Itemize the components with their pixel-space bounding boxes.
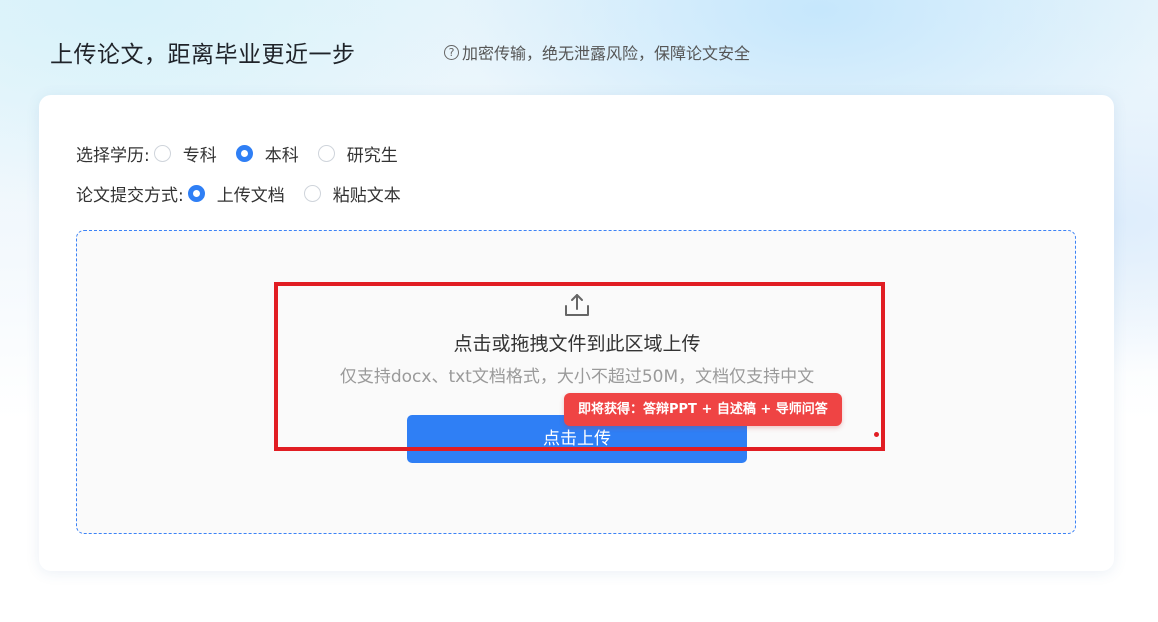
degree-option-junior-college[interactable]: 专科 [153, 141, 217, 166]
degree-option-bachelor[interactable]: 本科 [235, 141, 299, 166]
submit-method-upload-document[interactable]: 上传文档 [187, 181, 285, 206]
upload-format-hint: 仅支持docx、txt文档格式，大小不超过50M，文档仅支持中文 [339, 367, 815, 387]
submit-method-option-label: 上传文档 [216, 186, 285, 206]
radio-checked-icon[interactable] [235, 145, 253, 162]
radio-unchecked-icon[interactable] [317, 145, 335, 162]
security-note: ? 加密传输，绝无泄露风险，保障论文安全 [444, 40, 750, 64]
submit-method-option-label: 粘贴文本 [332, 186, 401, 206]
radio-unchecked-icon[interactable] [153, 145, 171, 162]
security-note-text: 加密传输，绝无泄露风险，保障论文安全 [462, 44, 751, 63]
file-drop-zone[interactable]: 点击或拖拽文件到此区域上传 仅支持docx、txt文档格式，大小不超过50M，文… [76, 230, 1076, 534]
submit-method-paste-text[interactable]: 粘贴文本 [303, 181, 401, 206]
degree-option-label: 专科 [182, 146, 217, 166]
degree-option-label: 本科 [264, 146, 299, 166]
page-header: 上传论文，距离毕业更近一步 [50, 34, 356, 70]
submit-method-label: 论文提交方式: [76, 186, 184, 206]
upload-icon [565, 294, 589, 316]
radio-unchecked-icon[interactable] [303, 185, 321, 202]
question-circle-icon[interactable]: ? [444, 44, 459, 60]
degree-selector: 选择学历: 专科 本科 研究生 [76, 141, 417, 166]
upload-card: 选择学历: 专科 本科 研究生 论文提交方式: 上传文档 粘贴文本 点击或拖拽文… [39, 95, 1114, 571]
annotation-dot [874, 432, 879, 437]
submit-method-selector: 论文提交方式: 上传文档 粘贴文本 [76, 181, 420, 206]
degree-option-label: 研究生 [346, 146, 398, 166]
promo-badge: 即将获得：答辩PPT + 自述稿 + 导师问答 [564, 393, 842, 426]
degree-label: 选择学历: [76, 146, 150, 166]
degree-option-graduate[interactable]: 研究生 [317, 141, 398, 166]
radio-checked-icon[interactable] [187, 185, 205, 202]
upload-title: 点击或拖拽文件到此区域上传 [453, 333, 701, 355]
page-title: 上传论文，距离毕业更近一步 [50, 42, 356, 68]
